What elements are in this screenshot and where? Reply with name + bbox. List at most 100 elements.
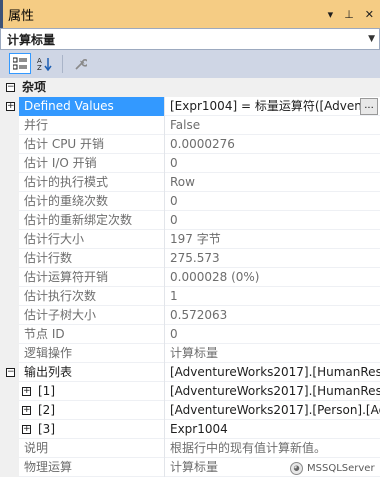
close-icon[interactable]: ✕ — [365, 9, 374, 20]
property-name: 估计子树大小 — [19, 306, 165, 325]
property-row-output-1[interactable]: + [1] [AdventureWorks2017].[HumanResourc… — [0, 382, 380, 401]
row-gutter — [0, 116, 19, 135]
property-name: 估计执行次数 — [19, 287, 165, 306]
wrench-icon — [75, 58, 87, 70]
wechat-icon: ◕ — [290, 462, 303, 475]
property-row-estimated-rows[interactable]: 估计行数 275.573 — [0, 249, 380, 268]
property-value[interactable]: 275.573 — [166, 249, 380, 268]
property-value[interactable]: [AdventureWorks2017].[HumanResources] — [166, 382, 380, 401]
property-row-output-2[interactable]: + [2] [AdventureWorks2017].[Person].[Add… — [0, 401, 380, 420]
watermark: ◕ MSSQLServer — [290, 462, 375, 475]
property-value[interactable]: Row — [166, 173, 380, 192]
property-row-estimated-subtree-cost[interactable]: 估计子树大小 0.572063 — [0, 306, 380, 325]
property-value[interactable]: 0.000028 (0%) — [166, 268, 380, 287]
sort-az-icon: A Z — [37, 57, 52, 71]
property-row-node-id[interactable]: 节点 ID 0 — [0, 325, 380, 344]
row-gutter — [0, 268, 19, 287]
collapse-icon[interactable]: − — [6, 83, 15, 92]
pin-icon[interactable]: ⊥ — [344, 9, 354, 20]
property-row-output-list[interactable]: − 输出列表 [AdventureWorks2017].[HumanResour… — [0, 363, 380, 382]
property-row-logical-op[interactable]: 逻辑操作 计算标量 — [0, 344, 380, 363]
property-row-estimated-row-size[interactable]: 估计行大小 197 字节 — [0, 230, 380, 249]
property-name: 估计的执行模式 — [19, 173, 165, 192]
property-name: 估计行大小 — [19, 230, 165, 249]
property-value[interactable]: Expr1004 — [166, 420, 380, 439]
alphabetical-button[interactable]: A Z — [34, 53, 56, 74]
row-gutter — [0, 230, 19, 249]
row-gutter — [0, 325, 19, 344]
property-value[interactable]: 0 — [166, 325, 380, 344]
property-name: 估计运算符开销 — [19, 268, 165, 287]
property-value[interactable]: [AdventureWorks2017].[Person].[Address] — [166, 401, 380, 420]
toolbar-separator — [62, 54, 63, 73]
row-gutter — [0, 439, 19, 458]
category-label: 杂项 — [22, 80, 47, 94]
property-row-parallel[interactable]: 并行 False — [0, 116, 380, 135]
property-name: 估计的重新绑定次数 — [19, 211, 165, 230]
row-gutter — [0, 382, 19, 401]
property-row-estimated-executions[interactable]: 估计执行次数 1 — [0, 287, 380, 306]
property-name: [3] — [19, 420, 165, 439]
row-gutter — [0, 173, 19, 192]
property-name: 逻辑操作 — [19, 344, 165, 363]
row-gutter — [0, 287, 19, 306]
category-misc[interactable]: − 杂项 — [0, 78, 380, 97]
row-gutter — [0, 401, 19, 420]
property-name: 估计 CPU 开销 — [19, 135, 165, 154]
properties-title-bar: 属性 ▾ ⊥ ✕ — [0, 0, 380, 28]
watermark-text: MSSQLServer — [307, 463, 375, 474]
property-value[interactable]: [AdventureWorks2017].[HumanResources] — [166, 363, 380, 382]
property-name: 输出列表 — [19, 363, 165, 382]
property-value[interactable]: 0 — [166, 211, 380, 230]
property-value[interactable]: [Expr1004] = 标量运算符([AdventureWorks2017].… — [166, 97, 360, 116]
property-row-output-3[interactable]: + [3] Expr1004 — [0, 420, 380, 439]
chevron-down-icon[interactable]: ▼ — [368, 34, 375, 44]
property-row-estimated-rebinds[interactable]: 估计的重新绑定次数 0 — [0, 211, 380, 230]
collapse-icon[interactable]: − — [6, 368, 15, 377]
categorized-button[interactable] — [9, 53, 31, 74]
properties-toolbar: A Z — [0, 50, 380, 77]
property-value[interactable]: 0 — [166, 192, 380, 211]
row-gutter — [0, 249, 19, 268]
row-gutter — [0, 135, 19, 154]
categorized-icon — [13, 57, 27, 70]
property-row-estimated-rewinds[interactable]: 估计的重绕次数 0 — [0, 192, 380, 211]
property-grid: − 杂项 + Defined Values [Expr1004] = 标量运算符… — [0, 78, 380, 488]
dropdown-arrow-icon[interactable]: ▾ — [328, 9, 334, 20]
property-name: 估计 I/O 开销 — [19, 154, 165, 173]
property-value[interactable]: 计算标量 — [166, 344, 380, 363]
title-bar-controls: ▾ ⊥ ✕ — [328, 9, 374, 20]
property-name: 物理运算 — [19, 458, 165, 477]
property-name: [1] — [19, 382, 165, 401]
window-title: 属性 — [8, 8, 35, 24]
property-name: 说明 — [19, 439, 165, 458]
object-selector-value: 计算标量 — [7, 32, 56, 47]
row-gutter — [0, 306, 19, 325]
property-name: Defined Values — [19, 97, 165, 116]
property-value[interactable]: 0.572063 — [166, 306, 380, 325]
property-value[interactable]: False — [166, 116, 380, 135]
property-value[interactable]: 根据行中的现有值计算新值。 — [166, 439, 380, 458]
property-value[interactable]: 197 字节 — [166, 230, 380, 249]
property-row-estimated-cpu-cost[interactable]: 估计 CPU 开销 0.0000276 — [0, 135, 380, 154]
row-gutter — [0, 154, 19, 173]
property-row-estimated-execution-mode[interactable]: 估计的执行模式 Row — [0, 173, 380, 192]
row-gutter — [0, 458, 19, 477]
row-gutter — [0, 344, 19, 363]
property-row-estimated-io-cost[interactable]: 估计 I/O 开销 0 — [0, 154, 380, 173]
property-value[interactable]: 0.0000276 — [166, 135, 380, 154]
property-value[interactable]: 1 — [166, 287, 380, 306]
property-name: 估计的重绕次数 — [19, 192, 165, 211]
property-pages-button[interactable] — [69, 53, 91, 74]
property-row-defined-values[interactable]: + Defined Values [Expr1004] = 标量运算符([Adv… — [0, 97, 380, 116]
row-gutter — [0, 211, 19, 230]
property-name: [2] — [19, 401, 165, 420]
svg-text:Z: Z — [37, 64, 42, 71]
object-selector[interactable]: 计算标量 ▼ — [0, 28, 380, 50]
property-row-description[interactable]: 说明 根据行中的现有值计算新值。 — [0, 439, 380, 458]
property-value[interactable]: 0 — [166, 154, 380, 173]
ellipsis-button[interactable]: ... — [360, 98, 378, 115]
property-row-estimated-operator-cost[interactable]: 估计运算符开销 0.000028 (0%) — [0, 268, 380, 287]
row-gutter — [0, 420, 19, 439]
expand-icon[interactable]: + — [6, 102, 15, 111]
